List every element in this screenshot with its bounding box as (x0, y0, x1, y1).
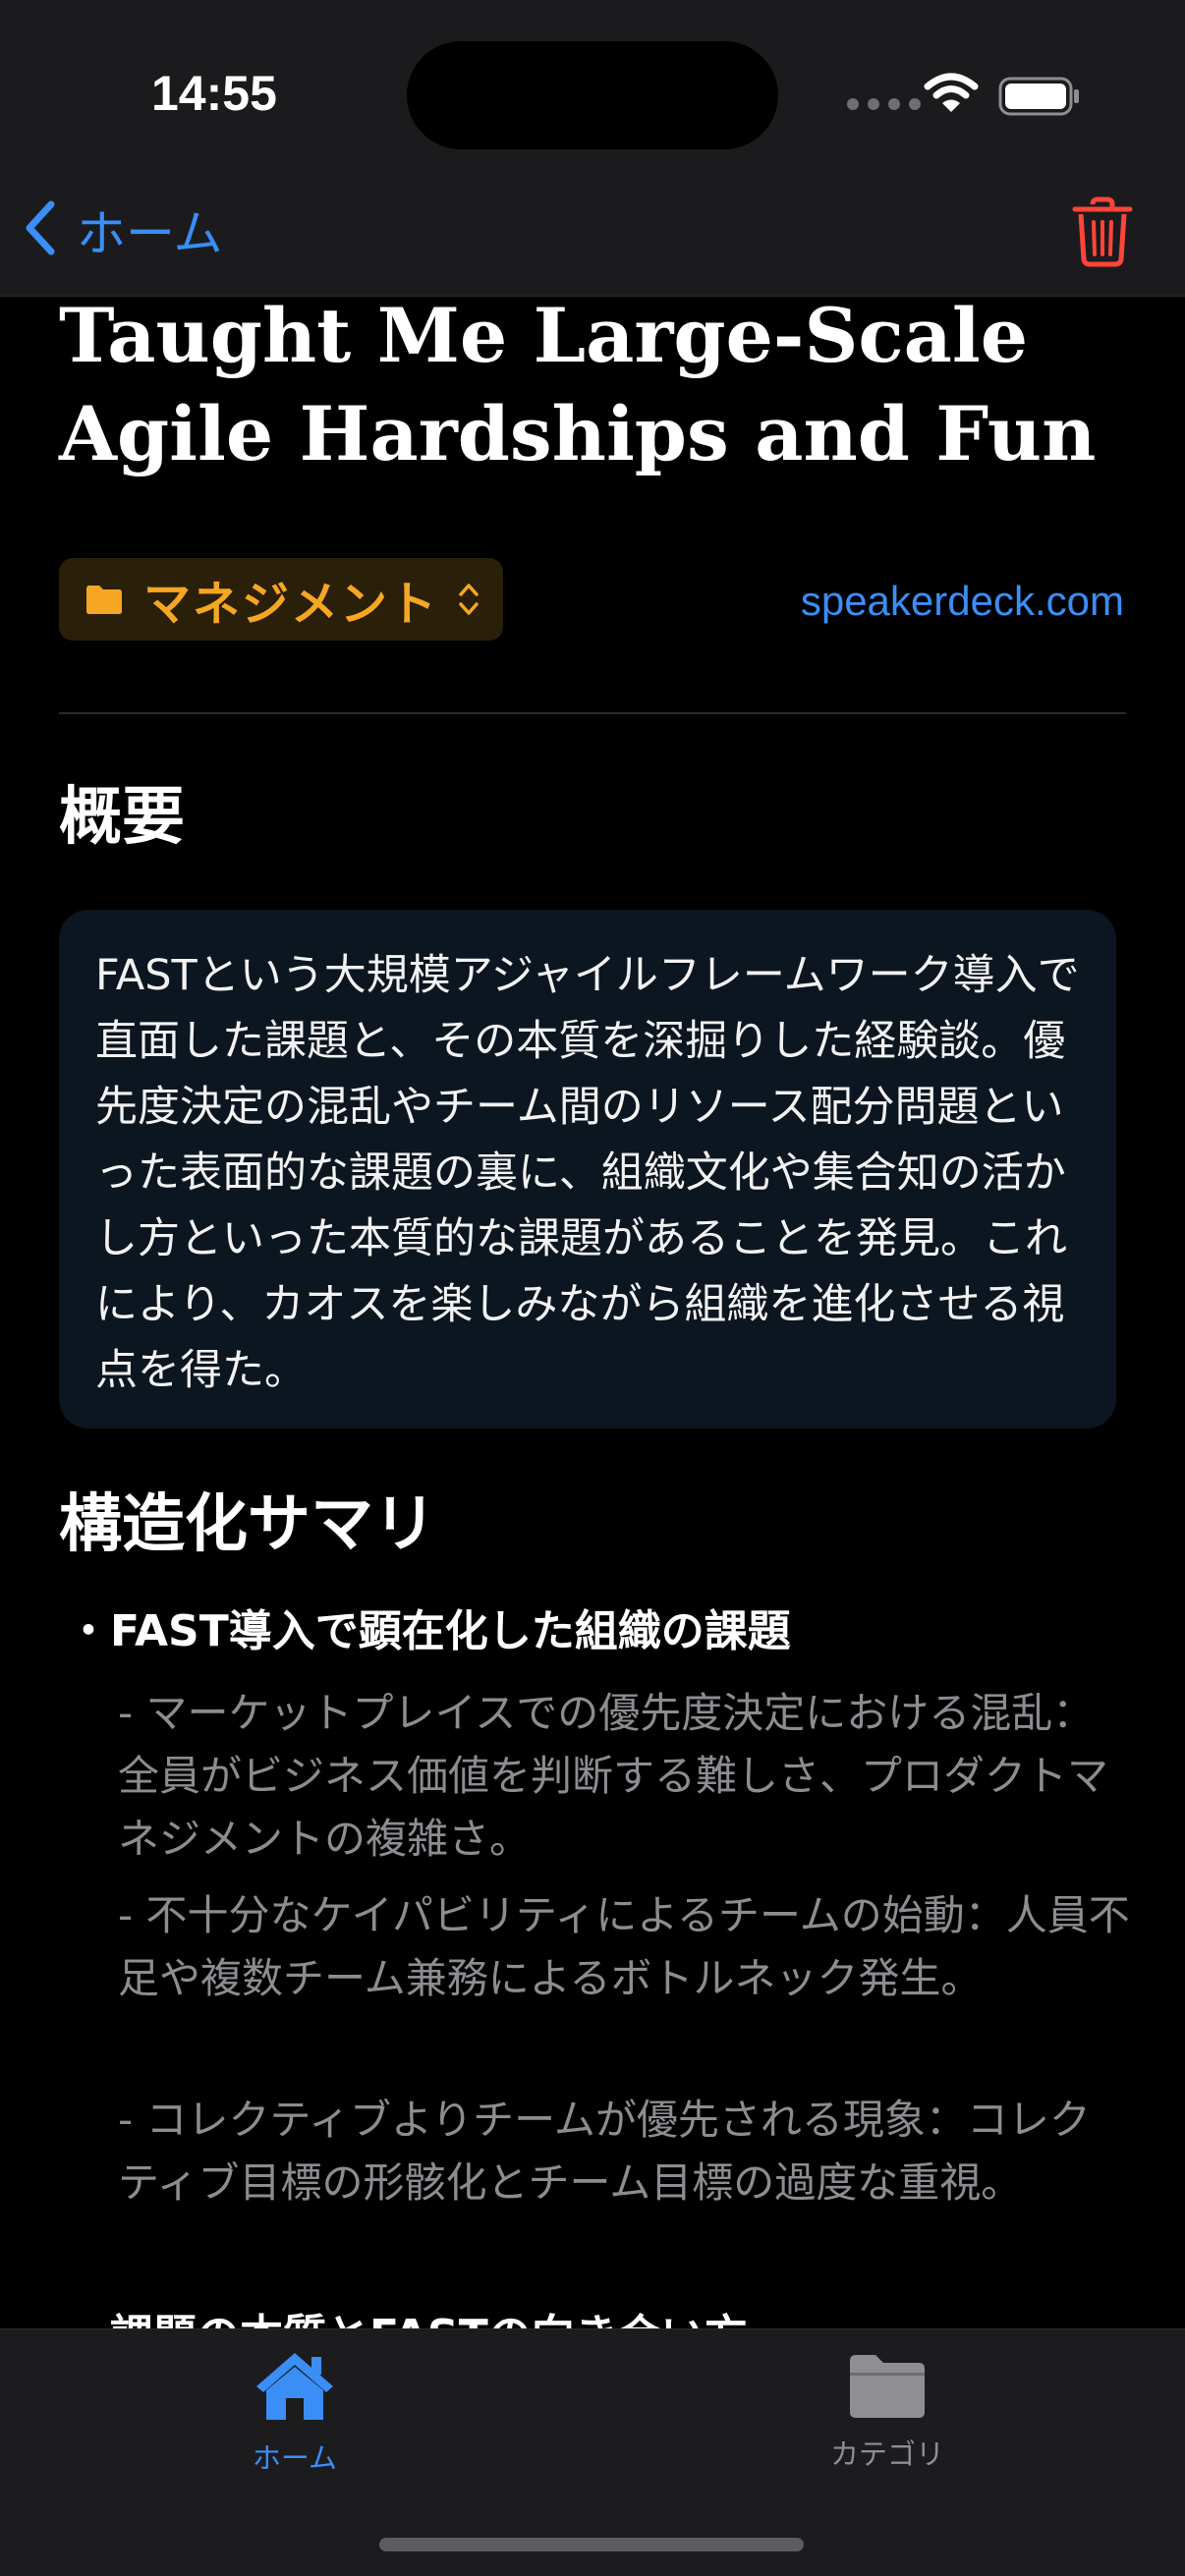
tab-home-label: ホーム (252, 2441, 338, 2475)
overview-card: FASTという大規模アジャイルフレームワーク導入で直面した課題と、その本質を深掘… (59, 910, 1116, 1428)
cellular-signal-icon (847, 98, 921, 110)
dynamic-island (407, 41, 778, 149)
folder-icon (85, 584, 124, 615)
navigation-bar: 14:55 ホーム (0, 0, 1185, 297)
back-label: ホーム (77, 205, 223, 262)
structured-summary-heading: 構造化サマリ (59, 1487, 436, 1561)
source-link[interactable]: speakerdeck.com (801, 578, 1124, 625)
folder-icon (846, 2349, 929, 2424)
status-time: 14:55 (151, 66, 277, 121)
article-title: Taught Me Large-Scale Agile Hardships an… (59, 292, 1097, 477)
trash-icon (1071, 196, 1134, 271)
overview-text: FASTという大規模アジャイルフレームワーク導入で直面した課題と、その本質を深掘… (95, 951, 1080, 1395)
tab-home[interactable]: ホーム (187, 2349, 403, 2477)
list-item: - コレクティブよりチームが優先される現象：コレクティブ目標の形骸化とチーム目標… (118, 2096, 1091, 2207)
back-button[interactable]: ホーム (22, 195, 223, 265)
divider (59, 712, 1126, 714)
wifi-icon (924, 73, 979, 118)
tab-category[interactable]: カテゴリ (779, 2349, 995, 2473)
tab-category-label: カテゴリ (829, 2437, 944, 2471)
chevron-up-down-icon (458, 581, 480, 618)
house-icon (253, 2349, 337, 2428)
category-label: マネジメント (143, 577, 439, 632)
delete-button[interactable] (1071, 196, 1134, 271)
list-item: - 不十分なケイパビリティによるチームの始動：人員不足や複数チーム兼務によるボト… (118, 1891, 1130, 2002)
home-indicator (379, 2538, 804, 2551)
bullet-title: ・FAST導入で顕在化した組織の課題 (67, 1606, 791, 1656)
article-scroll-view[interactable]: Taught Me Large-Scale Agile Hardships an… (0, 0, 1185, 2576)
category-picker[interactable]: マネジメント (59, 558, 503, 641)
chevron-left-icon (22, 198, 61, 261)
battery-icon (998, 77, 1081, 120)
list-item: - マーケットプレイスでの優先度決定における混乱：全員がビジネス価値を判断する難… (118, 1689, 1109, 1863)
overview-heading: 概要 (59, 780, 185, 854)
